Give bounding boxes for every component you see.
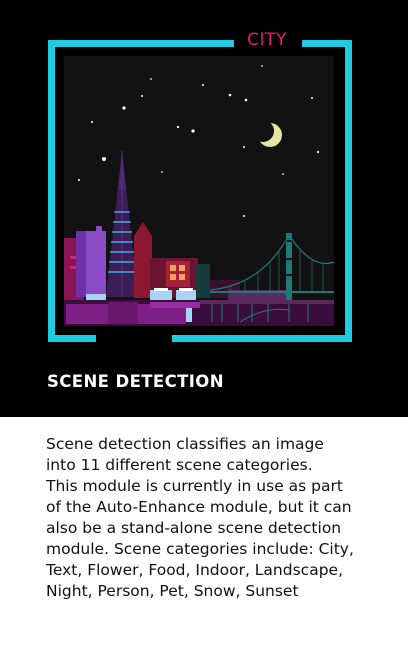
scene-label: CITY — [247, 30, 287, 50]
hero-panel: CITY SCENE DETECTION — [0, 0, 408, 417]
section-title: SCENE DETECTION — [47, 372, 224, 391]
description-text: Scene detection classifies an image into… — [46, 435, 354, 600]
city-illustration — [48, 40, 352, 342]
water-reflection — [64, 300, 334, 326]
